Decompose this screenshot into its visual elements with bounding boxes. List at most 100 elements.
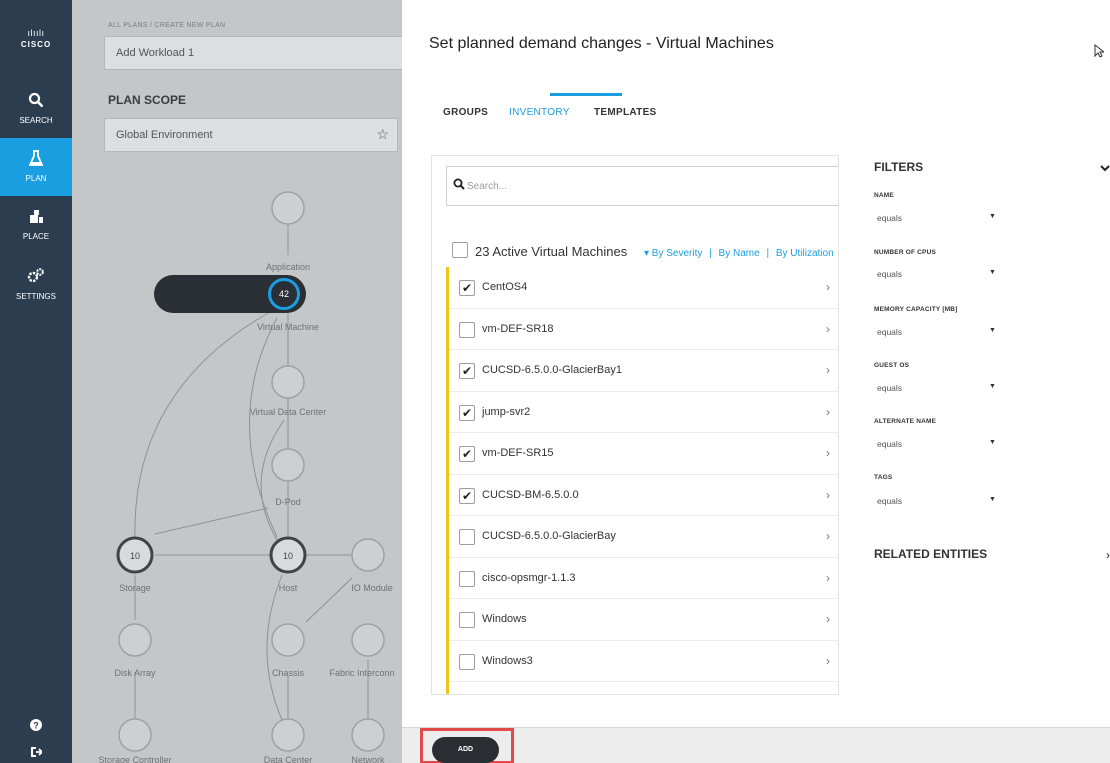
node-label-network: Network bbox=[351, 755, 385, 763]
item-checkbox[interactable]: ✔ bbox=[459, 487, 475, 504]
tab-inventory[interactable]: INVENTORY bbox=[509, 107, 570, 118]
node-label-storage: Storage bbox=[119, 583, 151, 593]
node-label-disk-array: Disk Array bbox=[114, 668, 156, 678]
filter-label-cpus: NUMBER OF CPUS bbox=[874, 249, 937, 256]
filter-select-tags[interactable]: equals ▼ bbox=[877, 496, 996, 506]
filter-value: equals bbox=[877, 269, 903, 279]
logout-icon[interactable] bbox=[0, 746, 72, 761]
nav-item-label: PLAN bbox=[25, 174, 47, 183]
item-checkbox[interactable] bbox=[459, 321, 475, 338]
filter-label-guest-os: GUEST OS bbox=[874, 362, 910, 369]
item-checkbox[interactable] bbox=[459, 529, 475, 545]
chevron-right-icon[interactable]: › bbox=[826, 322, 830, 336]
vm-name: vm-DEF-SR18 bbox=[482, 322, 554, 335]
select-all-checkbox[interactable] bbox=[452, 242, 468, 258]
list-item[interactable]: Windows3 › bbox=[449, 641, 838, 682]
search-input[interactable]: Search... bbox=[467, 181, 507, 192]
chevron-right-icon[interactable]: › bbox=[826, 280, 830, 294]
filters-panel: FILTERS NAME equals ▼ NUMBER OF CPUS equa… bbox=[874, 160, 1104, 506]
sort-by-utilization[interactable]: By Utilization bbox=[776, 248, 834, 259]
chevron-right-icon[interactable]: › bbox=[826, 654, 830, 668]
chevron-right-icon[interactable]: › bbox=[826, 612, 830, 626]
vm-name: jump-svr2 bbox=[482, 405, 531, 418]
chevron-right-icon[interactable]: › bbox=[826, 571, 830, 585]
list-item[interactable]: ✔ jump-svr2 › bbox=[449, 392, 838, 433]
help-icon[interactable]: ? bbox=[0, 719, 72, 734]
list-item[interactable]: Windows › bbox=[449, 599, 838, 641]
filter-select-guest-os[interactable]: equals ▼ bbox=[877, 383, 996, 393]
cisco-logo[interactable]: ılıılı CISCO bbox=[0, 0, 72, 78]
list-item[interactable]: ✔ CentOS4 › bbox=[449, 267, 838, 309]
list-item[interactable]: ✔ CUCSD-6.5.0.0-GlacierBay1 › bbox=[449, 350, 838, 392]
demand-changes-modal: Set planned demand changes - Virtual Mac… bbox=[402, 0, 1110, 763]
filter-value: equals bbox=[877, 383, 903, 393]
related-entities-title[interactable]: RELATED ENTITIES bbox=[874, 547, 987, 561]
nav-item-label: SETTINGS bbox=[15, 292, 56, 301]
tab-groups[interactable]: GROUPS bbox=[443, 107, 488, 118]
item-checkbox[interactable]: ✔ bbox=[459, 404, 475, 421]
chevron-right-icon[interactable]: › bbox=[826, 405, 830, 419]
node-label-chassis: Chassis bbox=[271, 668, 305, 678]
item-checkbox[interactable]: ✔ bbox=[459, 363, 475, 379]
item-checkbox[interactable] bbox=[459, 570, 475, 587]
filter-label-tags: TAGS bbox=[874, 474, 893, 481]
filter-value: equals bbox=[877, 327, 903, 337]
cisco-bars-icon: ılıılı bbox=[27, 28, 45, 38]
nav-item-place[interactable]: PLACE bbox=[0, 196, 72, 254]
chevron-right-icon[interactable]: › bbox=[826, 446, 830, 460]
nav-item-search[interactable]: SEARCH bbox=[0, 80, 72, 138]
tab-templates[interactable]: TEMPLATES bbox=[594, 107, 657, 118]
node-label-fabric-interconnect: Fabric Interconn bbox=[329, 668, 395, 678]
nav-item-settings[interactable]: SETTINGS bbox=[0, 256, 72, 314]
filter-label-name: NAME bbox=[874, 192, 894, 199]
chevron-right-icon[interactable]: › bbox=[826, 529, 830, 543]
sort-options: ▾ By Severity | By Name | By Utilization bbox=[644, 248, 838, 259]
vm-name: cisco-opsmgr-1.1.3 bbox=[482, 571, 576, 584]
flask-icon bbox=[0, 150, 72, 170]
vm-name: CentOS4 bbox=[482, 281, 528, 293]
item-checkbox[interactable] bbox=[459, 653, 475, 670]
modal-title: Set planned demand changes - Virtual Mac… bbox=[429, 35, 774, 52]
sort-by-name[interactable]: By Name bbox=[719, 248, 760, 259]
item-checkbox[interactable]: ✔ bbox=[459, 446, 475, 462]
caret-down-icon: ▼ bbox=[989, 327, 996, 334]
item-checkbox[interactable] bbox=[459, 612, 475, 628]
host-count: 10 bbox=[282, 551, 294, 561]
chevron-right-icon[interactable]: › bbox=[826, 363, 830, 377]
vm-name: Windows3 bbox=[482, 654, 533, 667]
list-item[interactable]: ✔ CUCSD-BM-6.5.0.0 › bbox=[449, 475, 838, 516]
list-item[interactable]: cisco-opsmgr-1.1.3 › bbox=[449, 558, 838, 599]
filter-label-alternate-name: ALTERNATE NAME bbox=[874, 418, 937, 425]
chevron-right-icon[interactable]: › bbox=[1106, 548, 1110, 562]
storage-count: 10 bbox=[129, 551, 141, 561]
add-button[interactable]: ADD bbox=[432, 737, 499, 763]
sort-by-severity[interactable]: ▾ By Severity bbox=[644, 248, 702, 259]
node-label-io-module: IO Module bbox=[351, 583, 393, 593]
filter-select-memory[interactable]: equals ▼ bbox=[877, 327, 996, 337]
search-box[interactable]: Search... bbox=[446, 166, 838, 206]
list-item[interactable] bbox=[449, 682, 838, 694]
caret-down-icon: ▼ bbox=[989, 383, 996, 390]
vm-name: CUCSD-6.5.0.0-GlacierBay1 bbox=[482, 364, 622, 376]
list-item[interactable]: vm-DEF-SR18 › bbox=[449, 309, 838, 350]
filter-select-name[interactable]: equals ▼ bbox=[877, 213, 996, 223]
filter-value: equals bbox=[877, 213, 903, 223]
nav-item-plan[interactable]: PLAN bbox=[0, 138, 72, 196]
filter-value: equals bbox=[877, 496, 903, 506]
list-item[interactable]: CUCSD-6.5.0.0-GlacierBay › bbox=[449, 516, 838, 558]
list-item[interactable]: ✔ vm-DEF-SR15 › bbox=[449, 433, 838, 475]
node-label-host: Host bbox=[278, 583, 298, 593]
filters-collapse-icon[interactable] bbox=[1100, 160, 1110, 176]
caret-down-icon: ▼ bbox=[989, 439, 996, 446]
item-checkbox[interactable]: ✔ bbox=[459, 280, 475, 296]
svg-text:?: ? bbox=[33, 721, 39, 731]
vm-name: Windows bbox=[482, 613, 527, 625]
inventory-panel: Search... ▾ By Severity | By Name | By U… bbox=[431, 155, 839, 695]
chevron-right-icon[interactable]: › bbox=[826, 488, 830, 502]
filter-select-cpus[interactable]: equals ▼ bbox=[877, 269, 996, 279]
node-label-application: Application bbox=[265, 262, 311, 272]
caret-down-icon: ▼ bbox=[989, 496, 996, 503]
filter-select-alternate-name[interactable]: equals ▼ bbox=[877, 439, 996, 449]
active-tab-indicator bbox=[550, 93, 622, 96]
gear-icon bbox=[0, 268, 72, 288]
